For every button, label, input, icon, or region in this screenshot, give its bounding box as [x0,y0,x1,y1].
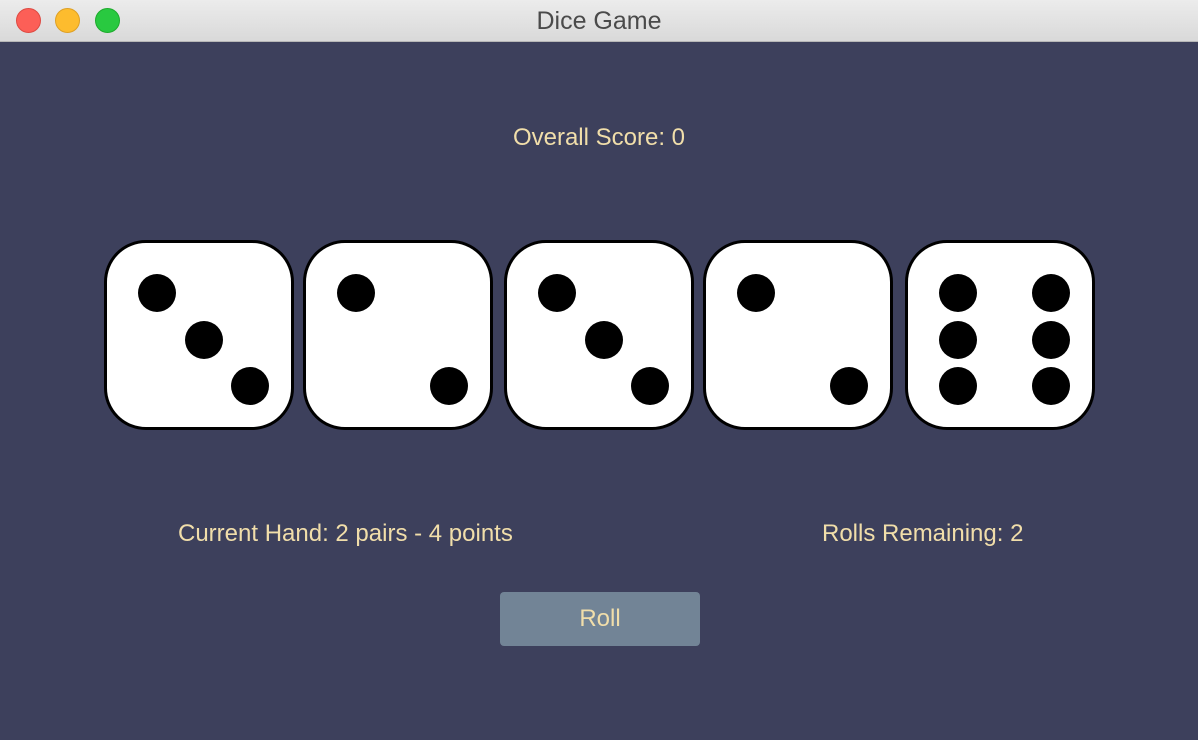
game-board: Overall Score: 0 Current Hand: 2 pairs -… [0,42,1198,740]
die-2[interactable] [303,240,493,430]
die-pip [231,367,269,405]
current-hand-label: Current Hand: 2 pairs - 4 points [178,520,513,547]
title-bar: Dice Game [0,0,1198,42]
die-pip [430,367,468,405]
die-pip [737,274,775,312]
die-pip [538,274,576,312]
die-pip [585,321,623,359]
rolls-remaining-label: Rolls Remaining: 2 [822,520,1024,547]
die-pip [939,321,977,359]
roll-button[interactable]: Roll [500,592,700,646]
die-pip [631,367,669,405]
die-5[interactable] [905,240,1095,430]
die-1[interactable] [104,240,294,430]
die-pip [1032,274,1070,312]
die-pip [337,274,375,312]
die-pip [939,367,977,405]
die-3[interactable] [504,240,694,430]
die-pip [1032,321,1070,359]
window-title: Dice Game [536,7,662,35]
die-pip [939,274,977,312]
die-pip [830,367,868,405]
die-pip [138,274,176,312]
die-4[interactable] [703,240,893,430]
die-pip [1032,367,1070,405]
app-window: Dice Game Overall Score: 0 Current Hand:… [0,0,1198,740]
die-pip [185,321,223,359]
